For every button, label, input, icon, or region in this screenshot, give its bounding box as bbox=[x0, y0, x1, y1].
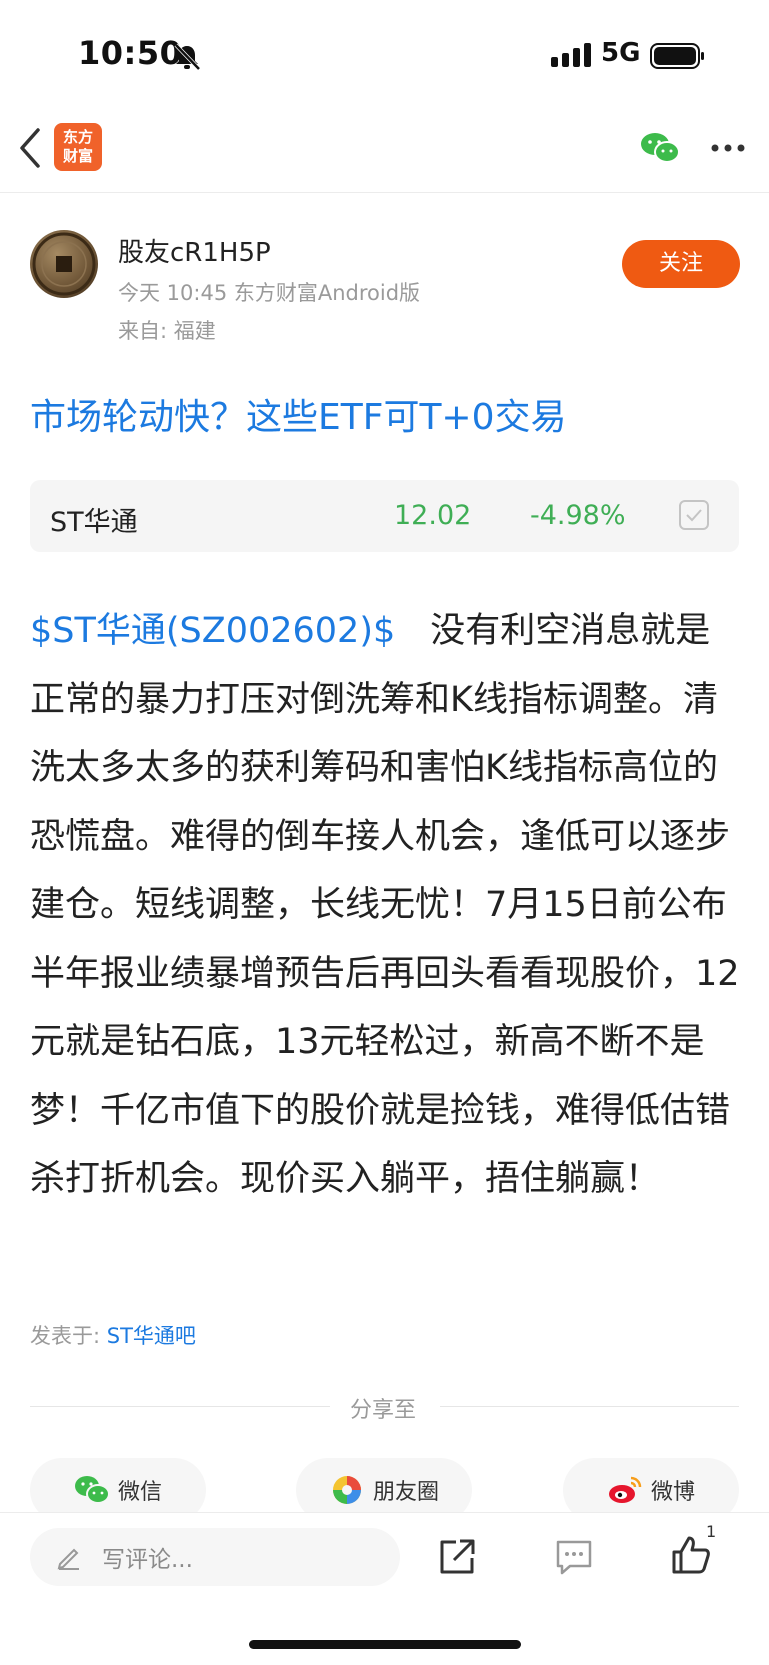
follow-button[interactable]: 关注 bbox=[622, 240, 740, 288]
share-label: 分享至 bbox=[350, 1398, 417, 1423]
bar-link[interactable]: ST华通吧 bbox=[107, 1324, 196, 1348]
share-wechat-label: 微信 bbox=[117, 1480, 162, 1505]
back-icon[interactable] bbox=[16, 126, 46, 170]
network-type: 5G bbox=[601, 38, 641, 68]
bottom-divider bbox=[0, 1512, 769, 1513]
share-out-icon[interactable] bbox=[436, 1536, 478, 1578]
eastmoney-logo: 东方 财富 bbox=[54, 123, 102, 171]
posted-in-label: 发表于: bbox=[30, 1324, 101, 1348]
stock-tag-link[interactable]: $ST华通(SZ002602)$ bbox=[30, 611, 395, 651]
author-name[interactable]: 股友cR1H5P bbox=[118, 232, 271, 269]
coin-avatar-icon bbox=[32, 232, 96, 296]
logo-line-1: 东方 bbox=[62, 128, 93, 146]
stock-card[interactable]: ST华通 12.02 -4.98% bbox=[30, 480, 739, 552]
post-text: 没有利空消息就是正常的暴力打压对倒洗筹和K线指标调整。清洗太多太多的获利筹码和害… bbox=[30, 611, 740, 1199]
post-meta: 今天 10:45 东方财富Android版 bbox=[118, 281, 421, 305]
like-count: 1 bbox=[706, 1522, 717, 1541]
comment-icon[interactable] bbox=[554, 1538, 594, 1576]
moments-icon bbox=[332, 1476, 361, 1504]
pencil-icon bbox=[57, 1548, 79, 1570]
author-avatar[interactable] bbox=[30, 230, 98, 298]
comment-placeholder: 写评论... bbox=[102, 1547, 193, 1573]
logo-line-2: 财富 bbox=[62, 147, 93, 165]
home-indicator[interactable] bbox=[249, 1640, 521, 1649]
add-watchlist-checkbox-icon[interactable] bbox=[678, 499, 710, 531]
bell-muted-icon bbox=[174, 43, 201, 71]
stock-price: 12.02 bbox=[394, 500, 472, 531]
promo-title-link[interactable]: 市场轮动快？这些ETF可T+0交易 bbox=[30, 388, 567, 440]
battery-icon bbox=[650, 43, 704, 69]
stock-change: -4.98% bbox=[530, 500, 626, 531]
status-time: 10:50 bbox=[78, 34, 183, 72]
share-divider-right bbox=[440, 1406, 739, 1407]
more-icon[interactable] bbox=[710, 142, 746, 154]
wechat-share-icon[interactable] bbox=[640, 131, 680, 165]
stock-name: ST华通 bbox=[50, 507, 138, 538]
comment-input[interactable]: 写评论... bbox=[30, 1528, 400, 1586]
share-moments-label: 朋友圈 bbox=[372, 1480, 439, 1505]
post-body: $ST华通(SZ002602)$ 没有利空消息就是正常的暴力打压对倒洗筹和K线指… bbox=[30, 597, 745, 1214]
posted-in: 发表于: ST华通吧 bbox=[30, 1320, 196, 1350]
post-location: 来自: 福建 bbox=[118, 319, 216, 343]
share-divider-left bbox=[30, 1406, 330, 1407]
signal-icon bbox=[551, 43, 591, 67]
wechat-icon bbox=[74, 1476, 110, 1504]
share-weibo-label: 微博 bbox=[650, 1480, 695, 1505]
nav-divider bbox=[0, 192, 769, 193]
weibo-icon bbox=[608, 1476, 642, 1503]
